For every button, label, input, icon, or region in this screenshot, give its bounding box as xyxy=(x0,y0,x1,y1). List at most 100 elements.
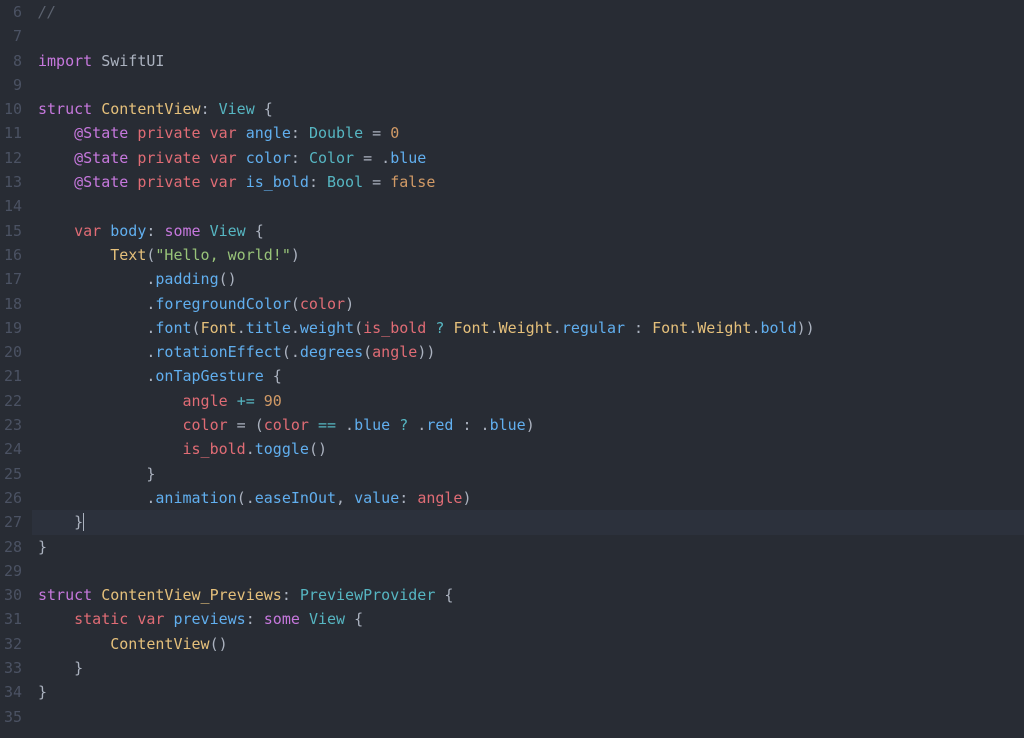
code-line[interactable]: Text("Hello, world!") xyxy=(38,243,1024,267)
code-line[interactable]: @State private var is_bold: Bool = false xyxy=(38,170,1024,194)
token: import xyxy=(38,52,92,70)
token: Weight xyxy=(697,319,751,337)
line-number: 13 xyxy=(0,170,22,194)
code-line[interactable] xyxy=(38,559,1024,583)
token: private xyxy=(137,173,200,191)
token: (. xyxy=(282,343,300,361)
code-line[interactable]: .animation(.easeInOut, value: angle) xyxy=(38,486,1024,510)
code-line[interactable]: .rotationEffect(.degrees(angle)) xyxy=(38,340,1024,364)
token: Weight xyxy=(499,319,553,337)
line-number: 22 xyxy=(0,389,22,413)
code-line[interactable]: @State private var color: Color = .blue xyxy=(38,146,1024,170)
token: Text xyxy=(110,246,146,264)
token: : xyxy=(282,586,300,604)
token: . xyxy=(38,295,155,313)
token: { xyxy=(345,610,363,628)
token: : xyxy=(201,100,219,118)
code-line[interactable]: } xyxy=(38,462,1024,486)
code-line[interactable]: struct ContentView_Previews: PreviewProv… xyxy=(38,583,1024,607)
token xyxy=(38,392,183,410)
token: Double xyxy=(309,124,363,142)
code-line[interactable]: } xyxy=(38,656,1024,680)
token: () xyxy=(210,635,228,653)
token: value xyxy=(354,489,399,507)
line-number: 17 xyxy=(0,267,22,291)
token: var xyxy=(210,149,237,167)
token: bold xyxy=(761,319,797,337)
code-line[interactable]: angle += 90 xyxy=(38,389,1024,413)
line-number: 11 xyxy=(0,121,22,145)
token: font xyxy=(155,319,191,337)
token: angle xyxy=(183,392,228,410)
code-line[interactable]: import SwiftUI xyxy=(38,49,1024,73)
token: color xyxy=(300,295,345,313)
token: onTapGesture xyxy=(155,367,263,385)
token: easeInOut xyxy=(255,489,336,507)
token xyxy=(201,173,210,191)
line-number: 7 xyxy=(0,24,22,48)
code-line[interactable]: .font(Font.title.weight(is_bold ? Font.W… xyxy=(38,316,1024,340)
line-number: 26 xyxy=(0,486,22,510)
code-line[interactable]: .padding() xyxy=(38,267,1024,291)
token: : xyxy=(246,610,264,628)
token xyxy=(300,610,309,628)
code-line[interactable]: .onTapGesture { xyxy=(38,364,1024,388)
token: : xyxy=(291,124,309,142)
token: Font xyxy=(453,319,489,337)
code-line[interactable] xyxy=(38,705,1024,729)
code-line[interactable]: var body: some View { xyxy=(38,219,1024,243)
code-line[interactable]: color = (color == .blue ? .red : .blue) xyxy=(38,413,1024,437)
token: { xyxy=(246,222,264,240)
token: ) xyxy=(291,246,300,264)
token: static xyxy=(74,610,128,628)
token: regular xyxy=(562,319,625,337)
code-line[interactable] xyxy=(38,73,1024,97)
token: var xyxy=(74,222,101,240)
code-line[interactable]: .foregroundColor(color) xyxy=(38,292,1024,316)
token: foregroundColor xyxy=(155,295,290,313)
token: blue xyxy=(390,149,426,167)
code-line[interactable]: is_bold.toggle() xyxy=(38,437,1024,461)
token xyxy=(128,610,137,628)
token: degrees xyxy=(300,343,363,361)
code-line[interactable]: } xyxy=(38,680,1024,704)
token: private xyxy=(137,124,200,142)
token: // xyxy=(38,3,56,21)
token: struct xyxy=(38,586,92,604)
code-line[interactable]: } xyxy=(32,510,1024,534)
code-line[interactable]: // xyxy=(38,0,1024,24)
token: () xyxy=(309,440,327,458)
code-line[interactable]: } xyxy=(38,535,1024,559)
line-number: 14 xyxy=(0,194,22,218)
code-line[interactable]: ContentView() xyxy=(38,632,1024,656)
token: is_bold xyxy=(183,440,246,458)
code-line[interactable]: struct ContentView: View { xyxy=(38,97,1024,121)
token xyxy=(201,222,210,240)
token: angle xyxy=(372,343,417,361)
token: { xyxy=(435,586,453,604)
token: == xyxy=(318,416,336,434)
code-line[interactable]: @State private var angle: Double = 0 xyxy=(38,121,1024,145)
token xyxy=(228,392,237,410)
text-cursor xyxy=(83,513,84,531)
token: SwiftUI xyxy=(92,52,164,70)
line-number: 27 xyxy=(0,510,22,534)
token: some xyxy=(164,222,200,240)
code-line[interactable] xyxy=(38,194,1024,218)
code-editor[interactable]: 6789101112131415161718192021222324252627… xyxy=(0,0,1024,738)
line-number: 30 xyxy=(0,583,22,607)
token: body xyxy=(110,222,146,240)
code-line[interactable]: static var previews: some View { xyxy=(38,607,1024,631)
line-number: 19 xyxy=(0,316,22,340)
token: : . xyxy=(453,416,489,434)
token: . xyxy=(246,440,255,458)
token: ) xyxy=(526,416,535,434)
code-area[interactable]: // import SwiftUI struct ContentView: View… xyxy=(32,0,1024,738)
token xyxy=(128,124,137,142)
token xyxy=(390,416,399,434)
token: title xyxy=(246,319,291,337)
token: ( xyxy=(363,343,372,361)
code-line[interactable] xyxy=(38,24,1024,48)
token xyxy=(38,173,74,191)
token: ( xyxy=(291,295,300,313)
